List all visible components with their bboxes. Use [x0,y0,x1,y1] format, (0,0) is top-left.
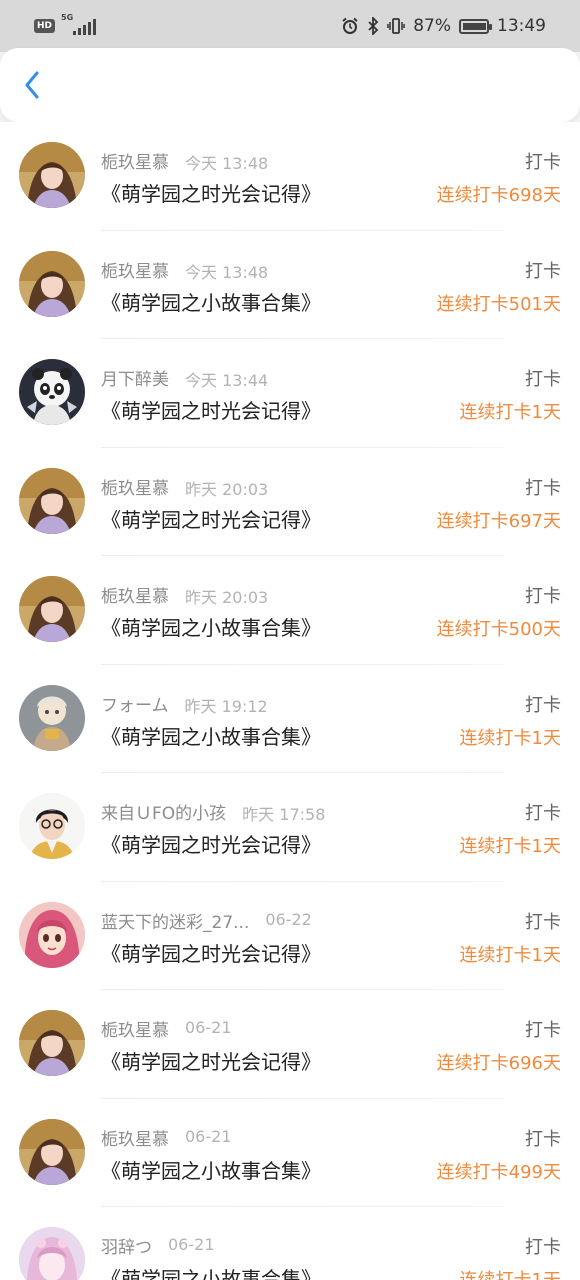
checkin-label: 打卡 [525,911,561,933]
user-name[interactable]: 栀玖星慕 [101,1016,169,1041]
anime-girl-avatar[interactable] [19,901,85,968]
post-time: 今天 13:48 [185,262,269,282]
post-time: 昨天 20:03 [185,479,269,499]
streak-count: 连续打卡1天 [459,402,561,423]
user-name[interactable]: フォーム [101,691,169,716]
pink-anime-avatar[interactable] [19,1227,85,1280]
figurine-avatar[interactable] [19,684,85,751]
book-title[interactable]: 《萌学园之时光会记得》 [101,178,321,207]
checkin-label: 打卡 [525,260,561,282]
list-item[interactable]: 蓝天下的迷彩_27... 06-22 《萌学园之时光会记得》 打卡 连续打卡1天 [0,882,580,990]
book-title[interactable]: 《萌学园之小故事合集》 [101,1155,321,1184]
post-time: 今天 13:48 [185,154,269,173]
user-name[interactable]: 月下醉美 [101,365,169,390]
user-name[interactable]: 栀玖星慕 [101,474,169,499]
vibrate-icon [387,18,405,34]
status-right: 87% 13:49 [341,16,546,36]
alarm-icon [342,17,358,34]
list-item[interactable]: 栀玖星慕 06-21 《萌学园之小故事合集》 打卡 连续打卡499天 [0,1099,580,1207]
top-nav [0,48,580,122]
checkin-label: 打卡 [525,1020,561,1041]
post-time: 06-22 [265,909,312,929]
checkin-label: 打卡 [525,152,561,173]
streak-count: 连续打卡1天 [459,727,561,749]
checkin-label: 打卡 [525,586,561,607]
streak-count: 连续打卡1天 [460,1266,561,1280]
list-item[interactable]: フォーム 昨天 19:12 《萌学园之小故事合集》 打卡 连续打卡1天 [0,665,580,773]
panda-avatar[interactable] [19,359,85,425]
list-item[interactable]: 月下醉美 今天 13:44 《萌学园之时光会记得》 打卡 连续打卡1天 [0,339,580,448]
post-time: 06-21 [185,1126,232,1146]
checkin-list: 栀玖星慕 今天 13:48 《萌学园之时光会记得》 打卡 连续打卡698天 栀玖… [0,122,580,1280]
list-item[interactable]: 羽辞つ 06-21 《萌学园之小故事合集》 打卡 连续打卡1天 [0,1207,580,1280]
book-title[interactable]: 《萌学园之小故事合集》 [101,612,321,641]
list-item[interactable]: 栀玖星慕 昨天 20:03 《萌学园之时光会记得》 打卡 连续打卡697天 [0,448,580,556]
list-item[interactable]: 栀玖星慕 06-21 《萌学园之时光会记得》 打卡 连续打卡696天 [0,990,580,1099]
user-name[interactable]: 来自ＵFO的小孩 [101,799,226,824]
clock: 13:49 [497,16,546,36]
streak-count: 连续打卡696天 [436,1053,561,1074]
list-item[interactable]: 栀玖星慕 昨天 20:03 《萌学园之小故事合集》 打卡 连续打卡500天 [0,556,580,665]
checkin-label: 打卡 [525,1237,561,1258]
user-name[interactable]: 蓝天下的迷彩_27... [101,908,249,933]
post-time: 昨天 19:12 [184,696,268,716]
list-item[interactable]: 栀玖星慕 今天 13:48 《萌学园之时光会记得》 打卡 连续打卡698天 [0,122,580,231]
battery-percent: 87% [413,16,451,36]
streak-count: 连续打卡698天 [436,185,561,206]
post-time: 昨天 20:03 [185,588,269,607]
book-title[interactable]: 《萌学园之时光会记得》 [101,938,321,967]
user-name[interactable]: 栀玖星慕 [101,1125,169,1150]
status-bar: HD 5G 87% 13:49 [0,0,580,52]
girl-photo-avatar[interactable] [19,1010,85,1076]
book-title[interactable]: 《萌学园之时光会记得》 [101,395,321,424]
checkin-label: 打卡 [525,369,561,390]
girl-photo-avatar[interactable] [19,250,85,317]
user-name[interactable]: 栀玖星慕 [101,257,169,282]
user-name[interactable]: 羽辞つ [101,1233,152,1258]
girl-photo-avatar[interactable] [19,142,85,208]
streak-count: 连续打卡500天 [436,619,561,640]
girl-photo-avatar[interactable] [19,467,85,534]
list-item[interactable]: 栀玖星慕 今天 13:48 《萌学园之小故事合集》 打卡 连续打卡501天 [0,231,580,339]
checkin-label: 打卡 [525,803,561,824]
streak-count: 连续打卡501天 [436,293,561,315]
post-time: 昨天 17:58 [242,805,326,824]
boy-glasses-avatar[interactable] [19,793,85,859]
post-time: 今天 13:44 [185,371,269,390]
book-title[interactable]: 《萌学园之小故事合集》 [101,287,321,316]
signal-icon: 5G [61,13,97,35]
bluetooth-icon [368,17,379,35]
user-name[interactable]: 栀玖星慕 [101,582,169,607]
battery-icon [459,18,492,34]
network-type: 5G [61,13,74,22]
girl-photo-avatar[interactable] [19,1118,85,1185]
book-title[interactable]: 《萌学园之时光会记得》 [101,504,321,533]
streak-count: 连续打卡1天 [459,944,561,966]
back-button[interactable] [2,55,62,115]
streak-count: 连续打卡1天 [459,836,561,857]
post-time: 06-21 [168,1235,215,1254]
list-item[interactable]: 来自ＵFO的小孩 昨天 17:58 《萌学园之时光会记得》 打卡 连续打卡1天 [0,773,580,882]
checkin-label: 打卡 [525,1128,561,1150]
book-title[interactable]: 《萌学园之时光会记得》 [101,829,321,858]
book-title[interactable]: 《萌学园之时光会记得》 [101,1046,321,1075]
hd-badge: HD [34,19,56,33]
chevron-left-icon [25,71,39,99]
post-time: 06-21 [185,1018,232,1037]
checkin-label: 打卡 [525,477,561,499]
book-title[interactable]: 《萌学园之小故事合集》 [101,1263,321,1280]
book-title[interactable]: 《萌学园之小故事合集》 [101,721,321,750]
status-left: HD 5G [34,13,97,35]
streak-count: 连续打卡499天 [436,1161,561,1183]
checkin-label: 打卡 [525,694,561,716]
user-name[interactable]: 栀玖星慕 [101,148,169,173]
girl-photo-avatar[interactable] [19,576,85,642]
streak-count: 连续打卡697天 [436,510,561,532]
